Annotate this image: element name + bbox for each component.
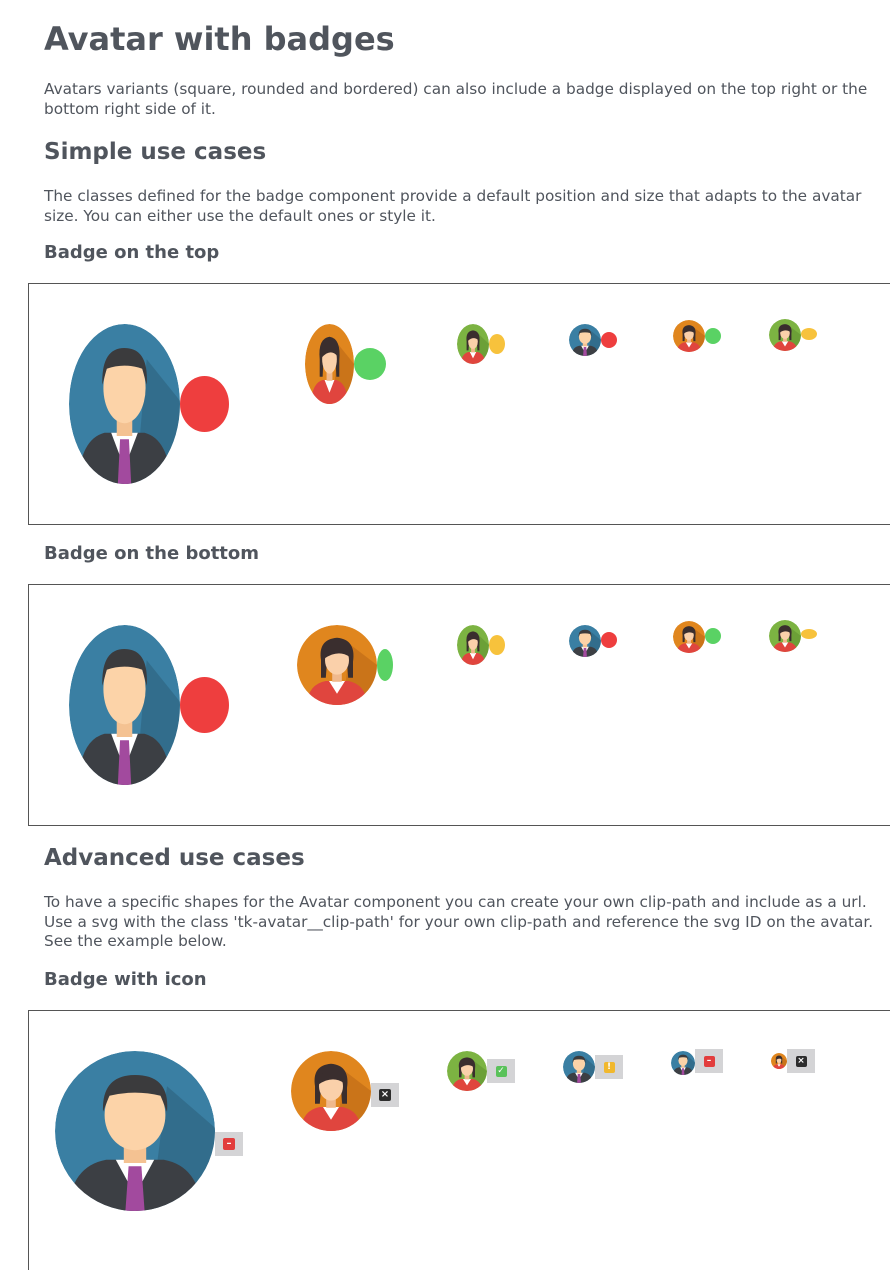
simple-use-cases-heading: Simple use cases — [44, 139, 267, 165]
woman-avatar — [447, 1051, 487, 1091]
badge-top-heading: Badge on the top — [44, 242, 220, 263]
status-badge-away: ! — [595, 1055, 623, 1079]
badge-top-demo-box — [28, 283, 890, 525]
page-title: Avatar with badges — [44, 20, 395, 58]
woman-avatar — [297, 625, 377, 705]
status-badge-yellow — [801, 328, 817, 340]
man-avatar — [55, 1051, 215, 1211]
status-badge-online: ✓ — [487, 1059, 515, 1083]
man-avatar — [569, 324, 601, 356]
badge-icon-demo-box: – × ✓ ! – × — [28, 1010, 890, 1270]
simple-use-cases-description: The classes defined for the badge compon… — [44, 187, 862, 225]
woman-avatar — [769, 620, 801, 652]
close-icon: × — [379, 1089, 391, 1101]
man-avatar — [69, 324, 180, 484]
man-avatar — [671, 1051, 695, 1075]
woman-avatar — [673, 320, 705, 352]
status-badge-red — [180, 376, 229, 432]
woman-avatar — [457, 324, 489, 364]
woman-avatar — [673, 621, 705, 653]
advanced-use-cases-description: To have a specific shapes for the Avatar… — [44, 893, 874, 950]
status-badge-offline: × — [371, 1083, 399, 1107]
status-badge-yellow — [801, 629, 817, 639]
status-badge-yellow — [489, 334, 505, 354]
status-badge-red — [601, 632, 617, 648]
status-badge-red — [180, 677, 229, 733]
minus-icon: – — [703, 1055, 715, 1067]
status-badge-busy: – — [215, 1132, 243, 1156]
status-badge-offline: × — [787, 1049, 815, 1073]
exclamation-icon: ! — [603, 1061, 615, 1073]
badge-bottom-demo-box — [28, 584, 890, 826]
check-icon: ✓ — [495, 1065, 507, 1077]
advanced-use-cases-heading: Advanced use cases — [44, 845, 305, 871]
woman-avatar — [771, 1053, 787, 1069]
man-avatar — [563, 1051, 595, 1083]
badge-bottom-heading: Badge on the bottom — [44, 543, 260, 564]
intro-paragraph: Avatars variants (square, rounded and bo… — [44, 80, 868, 118]
status-badge-red — [601, 332, 617, 348]
status-badge-green — [377, 649, 393, 681]
status-badge-yellow — [489, 635, 505, 655]
woman-avatar — [305, 324, 354, 404]
man-avatar — [569, 625, 601, 657]
man-avatar — [69, 625, 180, 785]
woman-avatar — [291, 1051, 371, 1131]
status-badge-green — [705, 628, 721, 644]
status-badge-green — [354, 348, 386, 380]
badge-icon-heading: Badge with icon — [44, 969, 207, 990]
woman-avatar — [457, 625, 489, 665]
status-badge-green — [705, 328, 721, 344]
minus-icon: – — [223, 1138, 235, 1150]
status-badge-busy: – — [695, 1049, 723, 1073]
woman-avatar — [769, 319, 801, 351]
close-icon: × — [795, 1055, 807, 1067]
